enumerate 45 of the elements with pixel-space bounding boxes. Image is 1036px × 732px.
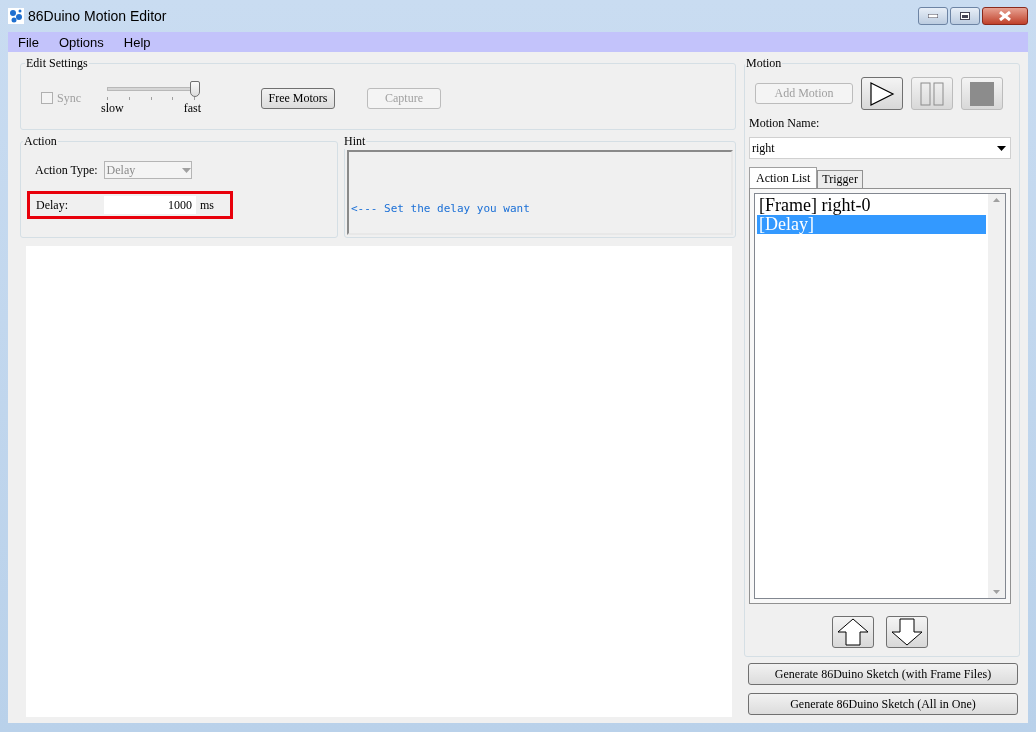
- move-up-button[interactable]: [832, 616, 874, 648]
- hint-text: <--- Set the delay you want: [351, 202, 530, 215]
- sync-label: Sync: [57, 90, 81, 106]
- group-title: Motion: [745, 56, 783, 71]
- move-down-button[interactable]: [886, 616, 928, 648]
- menu-item[interactable]: File: [8, 34, 49, 50]
- generate-sketch-button[interactable]: Generate 86Duino Sketch (All in One): [748, 693, 1018, 715]
- speed-slider-thumb[interactable]: [190, 80, 200, 97]
- tab[interactable]: Trigger: [817, 170, 863, 188]
- up-arrow-icon: [837, 618, 869, 646]
- generate-sketch-button[interactable]: Generate 86Duino Sketch (with Frame Files): [748, 663, 1018, 685]
- app-logo-icon: [8, 8, 24, 24]
- menu-item[interactable]: Help: [113, 34, 161, 50]
- slow-label: slow: [101, 100, 124, 116]
- group-title: Action: [23, 134, 58, 149]
- list-item[interactable]: [Frame] right-0: [757, 196, 986, 215]
- close-button[interactable]: [982, 7, 1028, 25]
- scrollbar[interactable]: [988, 194, 1005, 598]
- delay-label: Delay:: [36, 197, 69, 213]
- group-title: Edit Settings: [25, 56, 89, 71]
- motion-name-label: Motion Name:: [749, 116, 821, 131]
- minimize-icon: [928, 14, 938, 18]
- dropdown-arrow-icon: [997, 145, 1006, 151]
- pause-icon: [919, 81, 945, 106]
- action-type-label: Action Type:: [35, 162, 98, 178]
- motion-name-dropdown[interactable]: right: [749, 137, 1011, 159]
- minimize-button[interactable]: [918, 7, 948, 25]
- window-title: 86Duino Motion Editor: [28, 8, 168, 24]
- down-arrow-icon: [891, 618, 923, 646]
- maximize-button[interactable]: [950, 7, 980, 25]
- group-title: Hint: [343, 134, 367, 149]
- dropdown-arrow-icon: [181, 167, 191, 173]
- play-button[interactable]: [861, 77, 903, 110]
- scroll-up-icon: [993, 198, 1000, 202]
- close-icon: [999, 11, 1011, 21]
- free-motors-button[interactable]: Free Motors: [261, 87, 335, 109]
- tab[interactable]: Action List: [749, 167, 818, 188]
- fast-label: fast: [183, 100, 201, 116]
- menu-item[interactable]: Options: [48, 34, 114, 50]
- delay-field[interactable]: 1000: [104, 196, 196, 214]
- stop-icon: [970, 81, 994, 106]
- play-icon: [869, 81, 895, 106]
- maximize-icon: [960, 12, 970, 20]
- scroll-down-icon: [993, 590, 1000, 594]
- unit-label: ms: [200, 197, 214, 213]
